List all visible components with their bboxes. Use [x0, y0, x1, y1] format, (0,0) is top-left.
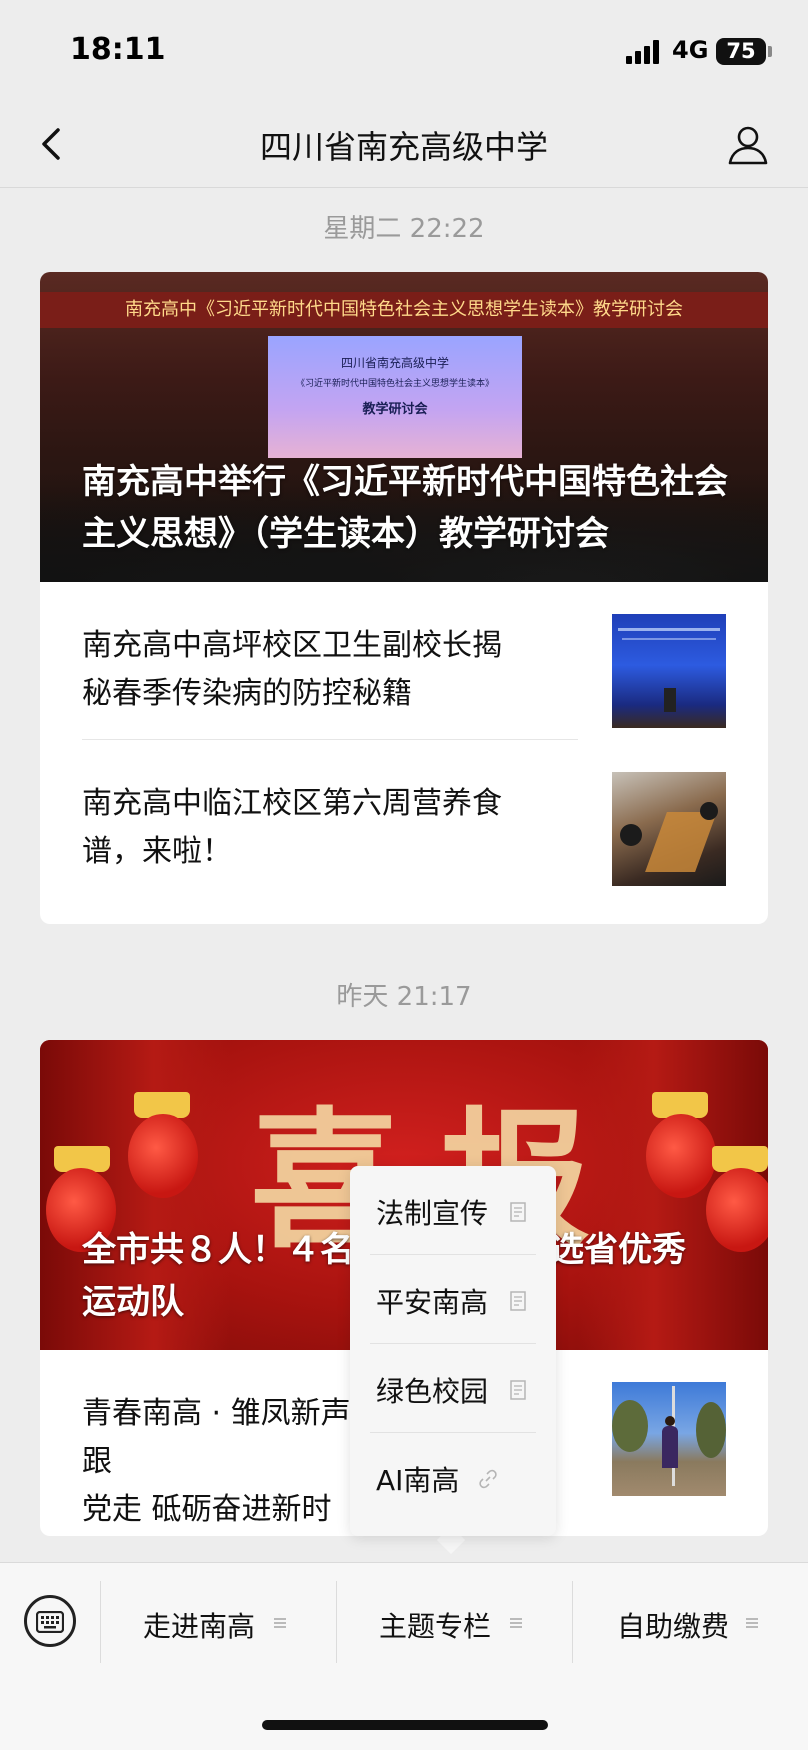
- list-item[interactable]: 南充高中临江校区第六周营养食谱，来啦！: [40, 740, 768, 898]
- article-icon: [510, 1380, 526, 1400]
- article-card: 南充高中《习近平新时代中国特色社会主义思想学生读本》教学研讨会 四川省南充高级中…: [40, 272, 768, 924]
- submenu-label: 法制宣传: [376, 1197, 489, 1230]
- menu-tab-label: 自助缴费: [617, 1610, 730, 1643]
- keyboard-icon[interactable]: [24, 1595, 76, 1647]
- screen-line: 《习近平新时代中国特色社会主义思想学生读本》: [295, 379, 494, 389]
- submenu-item-legal[interactable]: 法制宣传: [350, 1166, 556, 1255]
- hero-title-part: 全市共８人！４名: [82, 1230, 354, 1270]
- battery-tip: [768, 46, 772, 57]
- submenu-label: AI南高: [376, 1464, 460, 1497]
- item-title: 南充高中高坪校区卫生副校长揭秘春季传染病的防控秘籍: [82, 628, 502, 711]
- menu-tab-about[interactable]: 走进南高: [101, 1563, 336, 1681]
- article-icon: [510, 1291, 526, 1311]
- hero-article[interactable]: 南充高中《习近平新时代中国特色社会主义思想学生读本》教学研讨会 四川省南充高级中…: [40, 272, 768, 582]
- item-thumbnail: [612, 772, 726, 886]
- submenu-item-safety[interactable]: 平安南高: [350, 1255, 556, 1344]
- signal-icon: [626, 40, 662, 64]
- hero-title-part: 运动队: [82, 1282, 184, 1322]
- list-item[interactable]: 南充高中高坪校区卫生副校长揭秘春季传染病的防控秘籍: [40, 582, 768, 740]
- home-indicator[interactable]: [262, 1720, 548, 1730]
- menu-lines-icon: [274, 1618, 286, 1628]
- status-bar: 18:11 4G 75: [0, 0, 808, 100]
- menu-lines-icon: [510, 1618, 522, 1628]
- page-title: 四川省南充高级中学: [259, 128, 548, 166]
- timestamp: 昨天 21:17: [336, 982, 472, 1012]
- lantern-icon: [646, 1114, 716, 1198]
- submenu-label: 平安南高: [376, 1286, 489, 1319]
- link-icon: [479, 1469, 497, 1489]
- lantern-icon: [128, 1114, 198, 1198]
- menu-tab-label: 走进南高: [143, 1610, 256, 1643]
- item-thumbnail: [612, 614, 726, 728]
- submenu-popup: 法制宣传 平安南高 绿色校园 AI南高: [350, 1166, 556, 1536]
- network-label: 4G: [672, 36, 709, 64]
- item-title-line: 青春南高 · 雏凤新声: [82, 1396, 351, 1431]
- article-icon: [510, 1202, 526, 1222]
- menu-tab-payment[interactable]: 自助缴费: [573, 1563, 808, 1681]
- item-title-tail: 跟: [82, 1444, 112, 1479]
- timestamp: 星期二 22:22: [323, 214, 485, 244]
- submenu-item-ai[interactable]: AI南高: [350, 1433, 556, 1522]
- menu-tab-label: 主题专栏: [379, 1610, 492, 1643]
- menu-tab-topics[interactable]: 主题专栏: [337, 1563, 572, 1681]
- battery-icon: 75: [716, 38, 766, 65]
- hero-title-part: 选省优秀: [550, 1230, 686, 1270]
- menu-lines-icon: [746, 1618, 758, 1628]
- submenu-label: 绿色校园: [376, 1375, 489, 1408]
- item-thumbnail: [612, 1382, 726, 1496]
- nav-bar: 四川省南充高级中学: [0, 100, 808, 188]
- hero-image-banner: 南充高中《习近平新时代中国特色社会主义思想学生读本》教学研讨会: [40, 292, 768, 328]
- submenu-item-green[interactable]: 绿色校园: [350, 1344, 556, 1433]
- screen-line: 四川省南充高级中学: [340, 356, 449, 370]
- person-icon[interactable]: [726, 122, 770, 166]
- status-time: 18:11: [70, 32, 166, 67]
- screen-line: 教学研讨会: [362, 402, 428, 417]
- hero-title: 南充高中举行《习近平新时代中国特色社会主义思想》（学生读本）教学研讨会: [82, 462, 728, 554]
- item-title-line: 党走 砥砺奋进新时: [82, 1492, 332, 1527]
- item-title: 南充高中临江校区第六周营养食谱，来啦！: [82, 786, 502, 869]
- hero-image-screen: 四川省南充高级中学 《习近平新时代中国特色社会主义思想学生读本》 教学研讨会: [268, 336, 522, 458]
